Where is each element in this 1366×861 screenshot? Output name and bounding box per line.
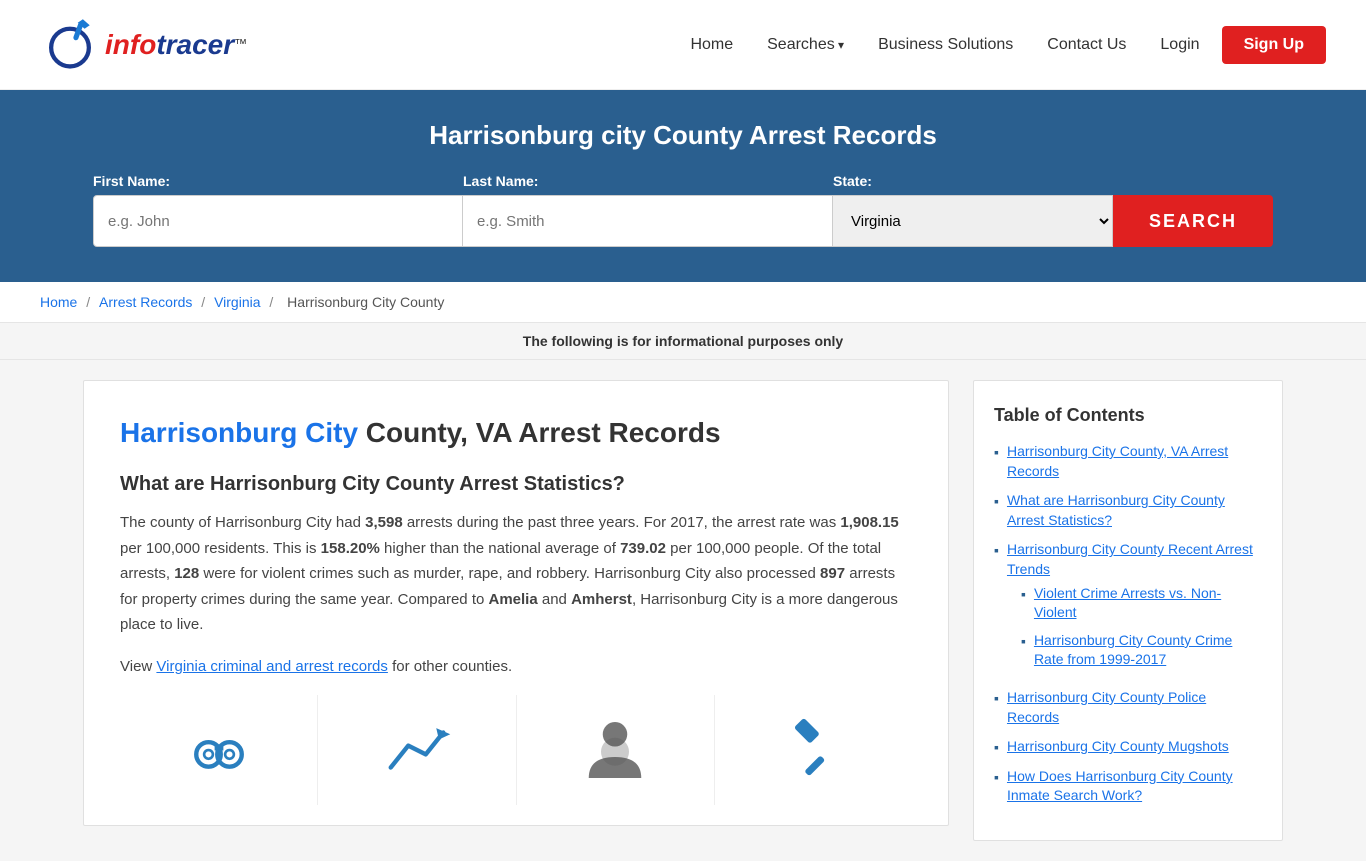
last-name-label: Last Name: xyxy=(463,173,833,189)
state-label: State: xyxy=(833,173,1113,189)
nav-searches[interactable]: Searches xyxy=(755,28,856,62)
icon-cell-gavel xyxy=(715,695,912,805)
toc-sidebar: Table of Contents Harrisonburg City Coun… xyxy=(973,380,1283,841)
logo-icon xyxy=(40,15,100,75)
info-banner: The following is for informational purpo… xyxy=(0,323,1366,360)
toc-sublist-3: Violent Crime Arrests vs. Non-Violent Ha… xyxy=(1007,584,1262,670)
last-name-group: Last Name: xyxy=(463,173,833,247)
search-banner: Harrisonburg city County Arrest Records … xyxy=(0,90,1366,282)
toc-item-1: Harrisonburg City County, VA Arrest Reco… xyxy=(994,442,1262,481)
icon-cell-person xyxy=(517,695,715,805)
content-heading: Harrisonburg City County, VA Arrest Reco… xyxy=(120,417,912,449)
toc-link-2[interactable]: What are Harrisonburg City County Arrest… xyxy=(1007,491,1262,530)
toc-heading: Table of Contents xyxy=(994,405,1262,426)
main-nav: Home Searches Business Solutions Contact… xyxy=(678,26,1326,64)
toc-link-5[interactable]: Harrisonburg City County Mugshots xyxy=(1007,737,1229,757)
gavel-icon xyxy=(778,715,848,785)
toc-item-3: Harrisonburg City County Recent Arrest T… xyxy=(994,540,1262,678)
toc-link-6[interactable]: How Does Harrisonburg City County Inmate… xyxy=(1007,767,1262,806)
toc-link-4[interactable]: Harrisonburg City County Police Records xyxy=(1007,688,1262,727)
heading-rest: County, VA Arrest Records xyxy=(358,417,721,448)
handcuffs-icon xyxy=(184,715,254,785)
main-content: Harrisonburg City County, VA Arrest Reco… xyxy=(43,380,1323,841)
toc-sublink-3-1[interactable]: Violent Crime Arrests vs. Non-Violent xyxy=(1034,584,1262,623)
virginia-records-link[interactable]: Virginia criminal and arrest records xyxy=(156,658,387,675)
search-form: First Name: Last Name: State: Virginia A… xyxy=(93,173,1273,247)
icon-row xyxy=(120,695,912,805)
toc-list: Harrisonburg City County, VA Arrest Reco… xyxy=(994,442,1262,806)
logo[interactable]: infotracer™ xyxy=(40,15,247,75)
breadcrumb: Home / Arrest Records / Virginia / Harri… xyxy=(0,282,1366,323)
toc-subitem-3-1: Violent Crime Arrests vs. Non-Violent xyxy=(1021,584,1262,623)
toc-sublink-3-2[interactable]: Harrisonburg City County Crime Rate from… xyxy=(1034,631,1262,670)
state-select[interactable]: Virginia Alabama Alaska Arizona Arkansas… xyxy=(833,195,1113,247)
breadcrumb-state[interactable]: Virginia xyxy=(214,294,260,310)
breadcrumb-county: Harrisonburg City County xyxy=(287,294,444,310)
content-subheading: What are Harrisonburg City County Arrest… xyxy=(120,473,912,496)
person-icon xyxy=(580,715,650,785)
toc-link-3[interactable]: Harrisonburg City County Recent Arrest T… xyxy=(1007,541,1253,577)
toc-item-6: How Does Harrisonburg City County Inmate… xyxy=(994,767,1262,806)
toc-link-1[interactable]: Harrisonburg City County, VA Arrest Reco… xyxy=(1007,442,1262,481)
first-name-label: First Name: xyxy=(93,173,463,189)
first-name-group: First Name: xyxy=(93,173,463,247)
first-name-input[interactable] xyxy=(93,195,463,247)
state-group: State: Virginia Alabama Alaska Arizona A… xyxy=(833,173,1113,247)
signup-button[interactable]: Sign Up xyxy=(1222,26,1326,64)
heading-blue: Harrisonburg City xyxy=(120,417,358,448)
content-area: Harrisonburg City County, VA Arrest Reco… xyxy=(83,380,949,826)
content-paragraph1: The county of Harrisonburg City had 3,59… xyxy=(120,510,912,638)
breadcrumb-home[interactable]: Home xyxy=(40,294,77,310)
content-paragraph2: View Virginia criminal and arrest record… xyxy=(120,654,912,680)
site-header: infotracer™ Home Searches Business Solut… xyxy=(0,0,1366,90)
nav-contact-us[interactable]: Contact Us xyxy=(1035,28,1138,62)
login-button[interactable]: Login xyxy=(1148,28,1211,62)
toc-item-2: What are Harrisonburg City County Arrest… xyxy=(994,491,1262,530)
banner-title: Harrisonburg city County Arrest Records xyxy=(40,120,1326,151)
breadcrumb-arrest-records[interactable]: Arrest Records xyxy=(99,294,192,310)
last-name-input[interactable] xyxy=(463,195,833,247)
toc-subitem-3-2: Harrisonburg City County Crime Rate from… xyxy=(1021,631,1262,670)
search-button[interactable]: SEARCH xyxy=(1113,195,1273,247)
icon-cell-handcuffs xyxy=(120,695,318,805)
toc-item-5: Harrisonburg City County Mugshots xyxy=(994,737,1262,757)
icon-cell-trend xyxy=(318,695,516,805)
nav-business-solutions[interactable]: Business Solutions xyxy=(866,28,1025,62)
logo-text: infotracer™ xyxy=(105,29,247,61)
toc-item-4: Harrisonburg City County Police Records xyxy=(994,688,1262,727)
nav-home[interactable]: Home xyxy=(678,28,745,62)
trend-icon xyxy=(382,715,452,785)
